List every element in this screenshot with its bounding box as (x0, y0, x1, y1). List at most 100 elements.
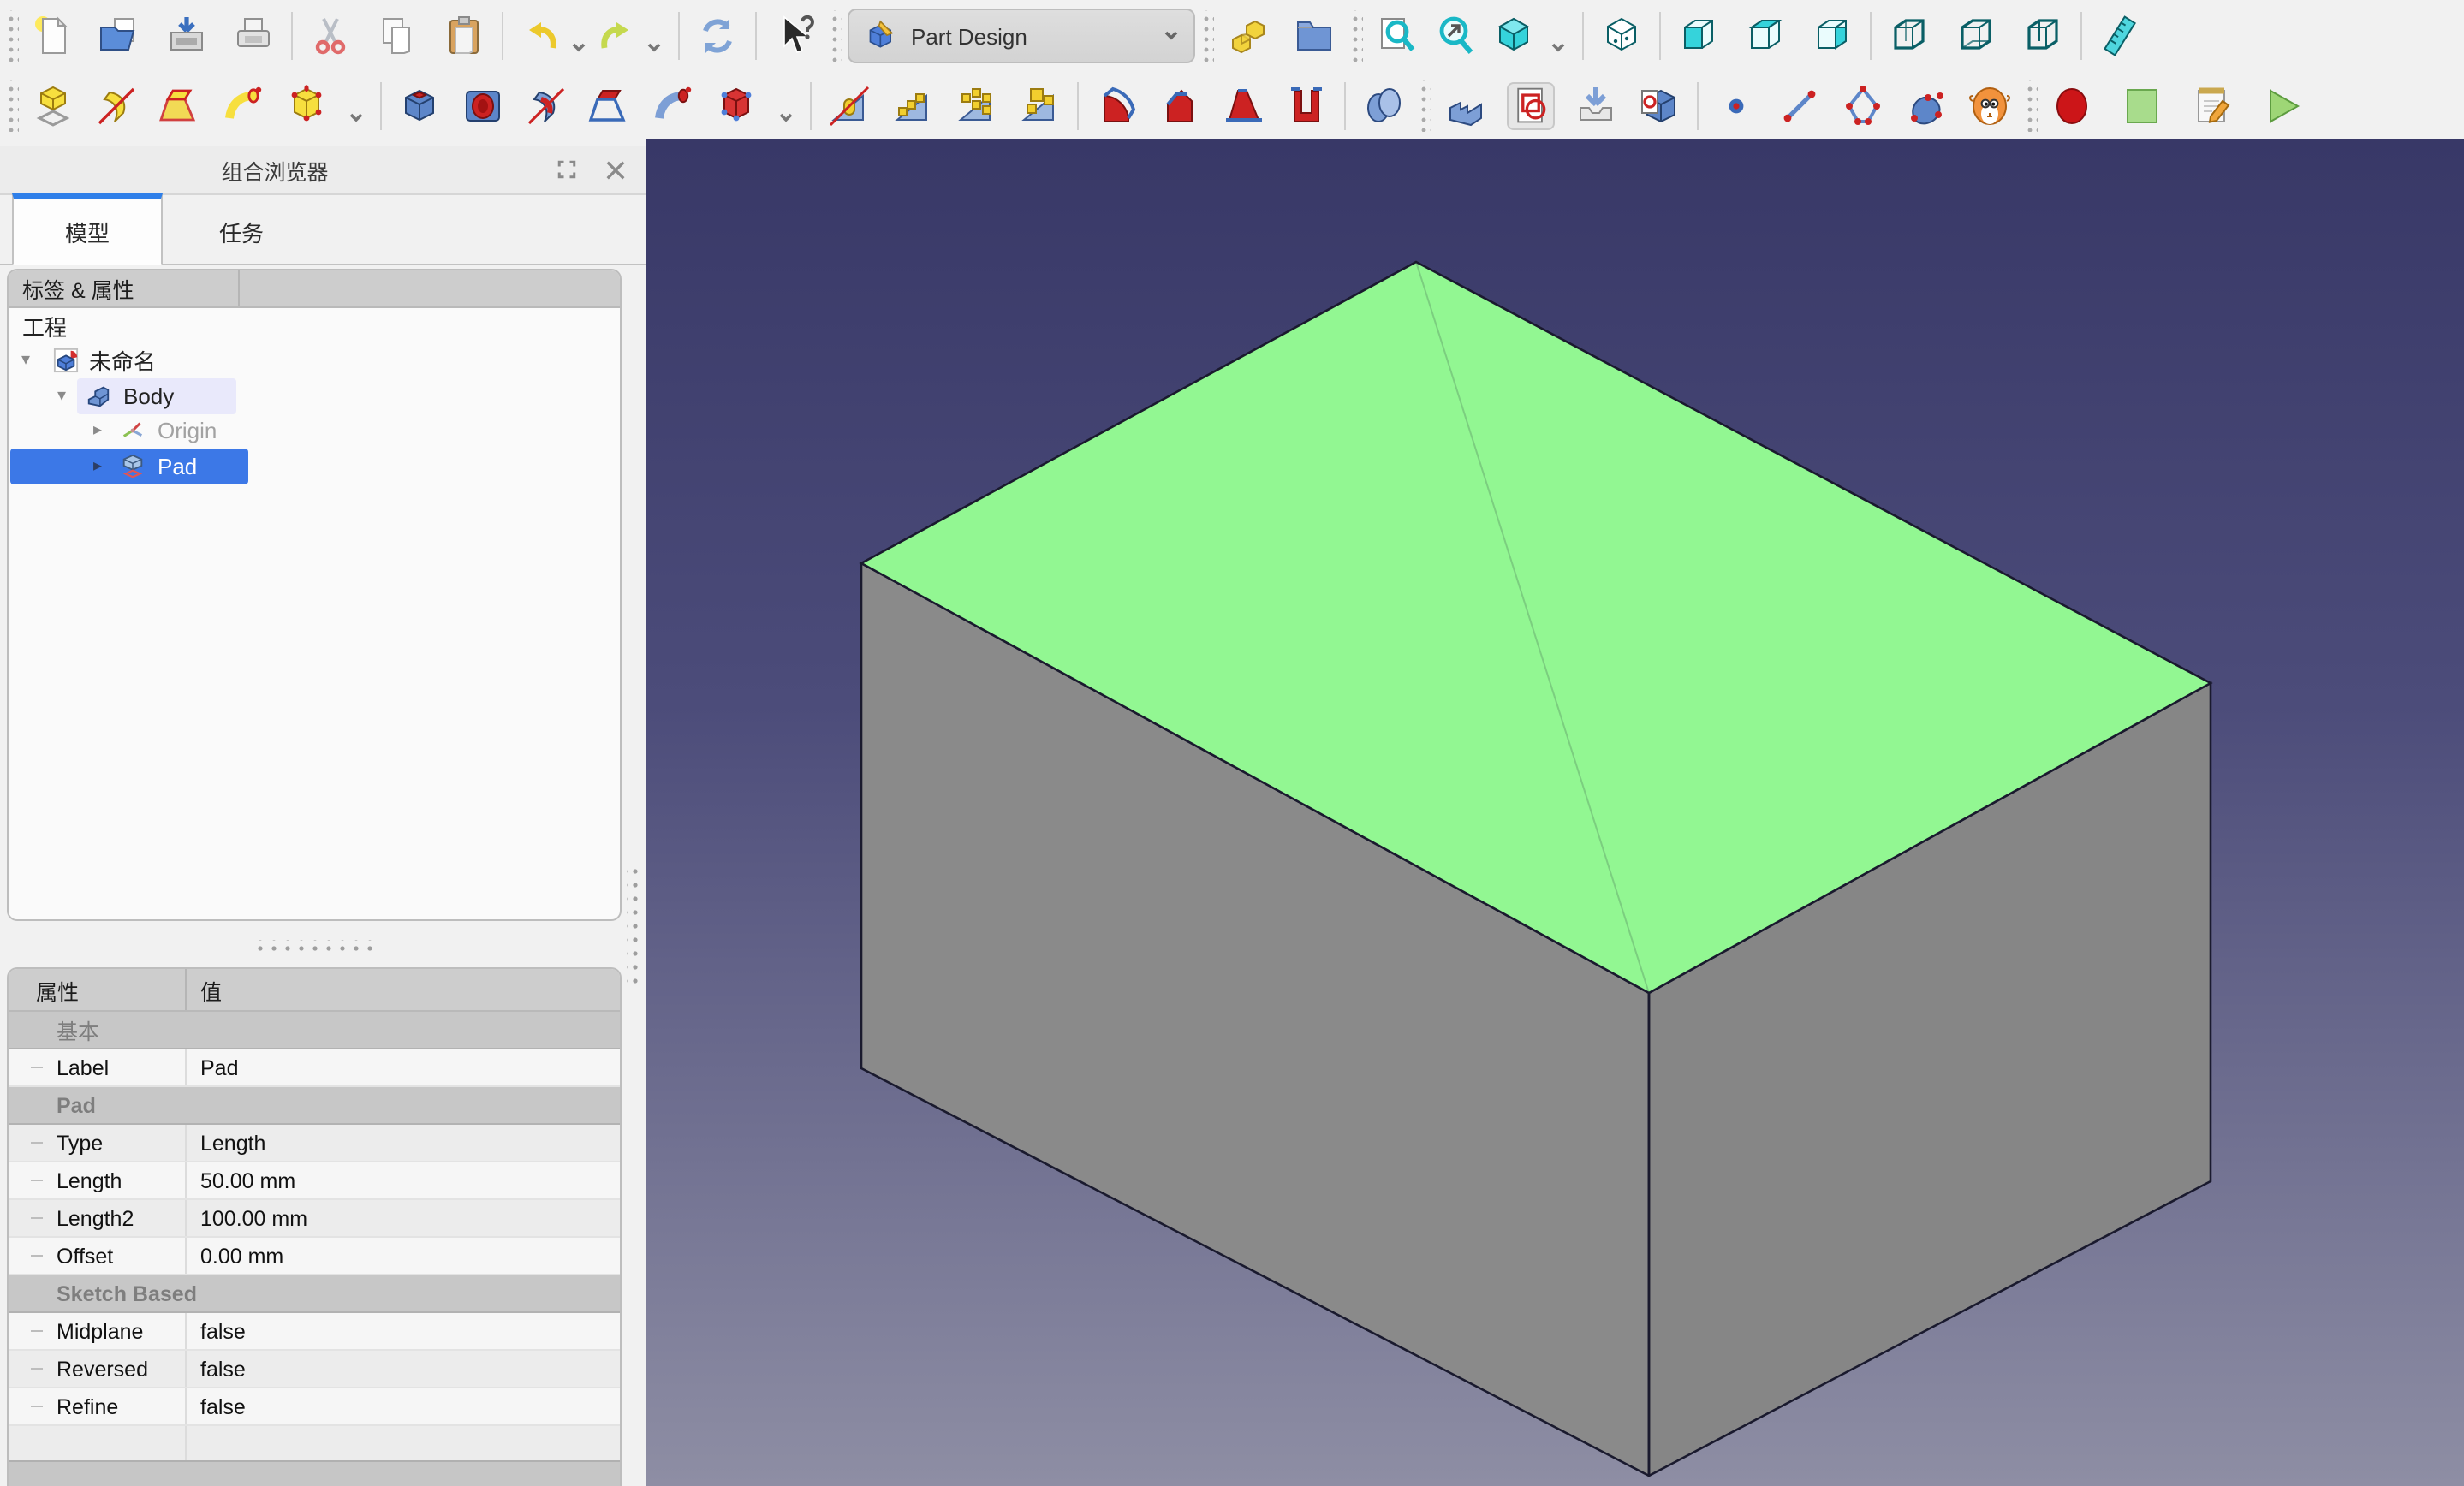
paste-icon[interactable] (442, 14, 486, 58)
undo-dropdown-icon[interactable] (570, 14, 587, 58)
additive-pipe-icon[interactable] (221, 83, 265, 128)
property-row[interactable]: Refine false (9, 1388, 620, 1426)
property-group-row[interactable]: Sketch Based (9, 1275, 620, 1313)
macro-record-icon[interactable] (2050, 83, 2094, 128)
property-row[interactable]: Type Length (9, 1125, 620, 1162)
create-part-icon[interactable] (1226, 14, 1271, 58)
new-document-icon[interactable] (31, 14, 75, 58)
workbench-selector[interactable]: Part Design (848, 9, 1195, 63)
column-divider[interactable] (185, 969, 187, 1010)
linear-pattern-icon[interactable] (890, 83, 935, 128)
sketch-line-icon[interactable] (1777, 83, 1822, 128)
tab-tasks[interactable]: 任务 (159, 197, 324, 265)
chevron-down-icon[interactable]: ▾ (17, 352, 34, 371)
draw-style-icon[interactable] (1599, 14, 1644, 58)
whats-this-icon[interactable] (772, 14, 817, 58)
toolbar-drag-handle[interactable] (1200, 10, 1214, 62)
tree-row-pad[interactable]: ▸ Pad (9, 449, 620, 484)
mirrored-tool-icon[interactable] (827, 83, 872, 128)
tree-row-body[interactable]: ▾ Body (9, 378, 620, 413)
3d-viewport[interactable] (646, 139, 2464, 1486)
validate-sketch-icon[interactable] (1574, 83, 1618, 128)
view-front-icon[interactable] (1676, 14, 1721, 58)
property-row[interactable]: Offset 0.00 mm (9, 1238, 620, 1275)
macro-stop-icon[interactable] (2120, 83, 2164, 128)
fit-selection-icon[interactable] (1433, 14, 1478, 58)
chamfer-tool-icon[interactable] (1158, 83, 1202, 128)
macro-execute-icon[interactable] (2260, 83, 2305, 128)
hole-tool-icon[interactable] (461, 83, 505, 128)
toolbar-drag-handle[interactable] (5, 80, 19, 131)
vertical-splitter-handle[interactable] (627, 865, 640, 984)
tree-row-origin[interactable]: ▸ Origin (9, 413, 620, 449)
subtractive-dropdown-icon[interactable] (777, 83, 795, 128)
tree-row-document[interactable]: ▾ 未命名 (9, 343, 620, 378)
close-panel-icon[interactable] (598, 152, 632, 187)
boolean-operation-icon[interactable] (1361, 83, 1406, 128)
tab-model[interactable]: 模型 (12, 193, 163, 265)
view-right-icon[interactable] (1810, 14, 1854, 58)
toolbar-drag-handle[interactable] (2024, 80, 2038, 131)
copy-icon[interactable] (375, 14, 420, 58)
sketch-polygon-icon[interactable] (1841, 83, 1885, 128)
chevron-right-icon[interactable]: ▸ (89, 422, 106, 441)
groove-tool-icon[interactable] (524, 83, 568, 128)
open-document-icon[interactable] (98, 14, 142, 58)
chevron-right-icon[interactable]: ▸ (89, 457, 106, 476)
pad-tool-icon[interactable] (31, 83, 75, 128)
map-sketch-to-face-icon[interactable] (1637, 83, 1681, 128)
property-row[interactable]: Length 50.00 mm (9, 1162, 620, 1200)
create-sketch-icon[interactable] (1507, 81, 1555, 129)
property-row[interactable]: Reversed false (9, 1351, 620, 1388)
combo-view-titlebar[interactable]: 组合浏览器 (0, 146, 646, 195)
toolbar-drag-handle[interactable] (5, 10, 19, 62)
view-dropdown-icon[interactable] (1550, 14, 1567, 58)
property-group-row[interactable]: Pad (9, 1087, 620, 1125)
shape-binder-icon[interactable] (1443, 83, 1488, 128)
view-top-icon[interactable] (1743, 14, 1788, 58)
horizontal-splitter-handle[interactable] (253, 940, 377, 954)
print-icon[interactable] (231, 14, 276, 58)
polar-pattern-icon[interactable] (954, 83, 998, 128)
undo-icon[interactable] (519, 14, 563, 58)
property-row[interactable]: Midplane false (9, 1313, 620, 1351)
view-left-icon[interactable] (2021, 14, 2065, 58)
sketch-point-icon[interactable] (1714, 83, 1759, 128)
property-row[interactable]: Label Pad (9, 1049, 620, 1087)
macro-edit-icon[interactable] (2190, 83, 2235, 128)
column-divider[interactable] (238, 270, 240, 306)
float-panel-icon[interactable] (550, 152, 584, 187)
redo-icon[interactable] (594, 14, 639, 58)
axonometric-view-icon[interactable] (1491, 14, 1536, 58)
property-group-row[interactable]: 基本 (9, 1012, 620, 1049)
toolbar-drag-handle[interactable] (829, 10, 842, 62)
sheep-icon[interactable] (1967, 83, 2012, 128)
additive-primitive-icon[interactable] (284, 83, 329, 128)
measure-icon[interactable] (2098, 14, 2142, 58)
redo-dropdown-icon[interactable] (646, 14, 663, 58)
toolbar-drag-handle[interactable] (1349, 10, 1363, 62)
additive-loft-icon[interactable] (158, 83, 202, 128)
subtractive-loft-icon[interactable] (587, 83, 632, 128)
property-row[interactable]: Length2 100.00 mm (9, 1200, 620, 1238)
save-document-icon[interactable] (164, 14, 209, 58)
thickness-tool-icon[interactable] (1284, 83, 1329, 128)
subtractive-pipe-icon[interactable] (651, 83, 695, 128)
toolbar-drag-handle[interactable] (1418, 80, 1431, 131)
create-group-icon[interactable] (1293, 14, 1337, 58)
multi-transform-icon[interactable] (1017, 83, 1062, 128)
view-rear-icon[interactable] (1887, 14, 1931, 58)
refresh-icon[interactable] (695, 14, 740, 58)
view-bottom-icon[interactable] (1954, 14, 1998, 58)
additive-dropdown-icon[interactable] (348, 83, 365, 128)
tree-row-project[interactable]: 工程 (9, 308, 620, 343)
draft-tool-icon[interactable] (1221, 83, 1265, 128)
chevron-down-icon[interactable]: ▾ (53, 387, 70, 406)
fillet-tool-icon[interactable] (1094, 83, 1139, 128)
revolution-tool-icon[interactable] (94, 83, 139, 128)
sketch-bspline-icon[interactable] (1904, 83, 1949, 128)
pocket-tool-icon[interactable] (397, 83, 442, 128)
cut-icon[interactable] (308, 14, 353, 58)
subtractive-primitive-icon[interactable] (714, 83, 759, 128)
fit-all-icon[interactable] (1375, 14, 1419, 58)
